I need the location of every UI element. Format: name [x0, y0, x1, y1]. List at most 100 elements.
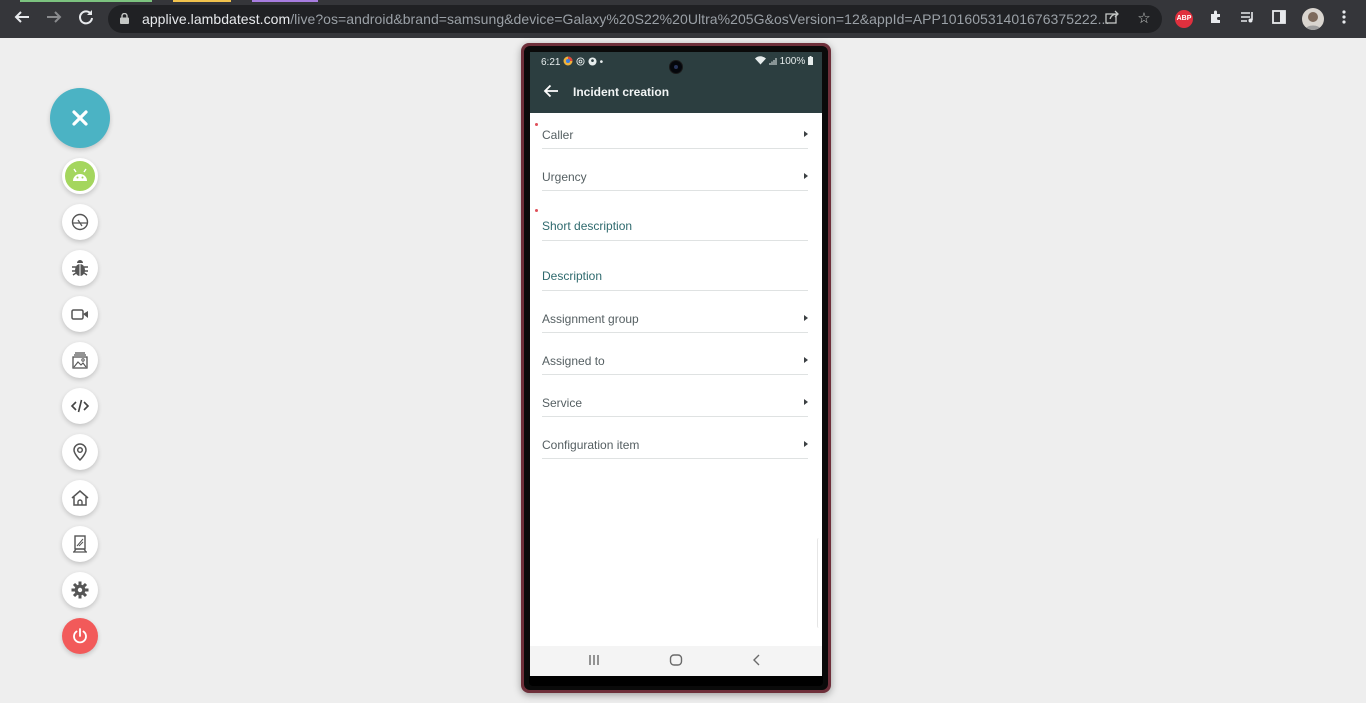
battery-percent: 100%: [779, 56, 806, 67]
bookmark-button[interactable]: ☆: [1134, 9, 1154, 29]
location-pin-icon: [73, 443, 87, 462]
profile-avatar[interactable]: [1302, 8, 1324, 30]
configuration-item-label: Configuration item: [542, 438, 640, 452]
browser-toolbar: applive.lambdatest.com/live?os=android&b…: [0, 0, 1366, 38]
media-queue-icon: [1241, 12, 1253, 23]
gallery-button[interactable]: [62, 342, 98, 378]
chevron-right-icon: [804, 315, 808, 321]
forward-button[interactable]: [42, 8, 66, 30]
tab-group-purple[interactable]: [252, 0, 318, 2]
share-button[interactable]: [1102, 9, 1122, 29]
signal-icon: [769, 58, 777, 65]
chevron-right-icon: [804, 357, 808, 363]
end-session-button[interactable]: [62, 618, 98, 654]
bug-icon: [72, 260, 88, 276]
rotate-device-button[interactable]: [62, 204, 98, 240]
abp-icon: ABP: [1176, 15, 1192, 22]
side-panel-icon: [1272, 10, 1286, 24]
bug-report-button[interactable]: [62, 250, 98, 286]
reload-icon: [79, 10, 93, 25]
assignment-group-label: Assignment group: [542, 312, 639, 326]
close-toolbar-button[interactable]: [50, 88, 110, 148]
power-icon: [73, 628, 87, 644]
gallery-icon: [72, 352, 88, 369]
home-icon: [71, 490, 89, 506]
arrow-right-icon: [47, 11, 62, 23]
record-video-button[interactable]: [62, 296, 98, 332]
at-notification-icon: [576, 57, 585, 66]
scrollbar[interactable]: [817, 538, 821, 628]
chevron-right-icon: [804, 399, 808, 405]
tab-group-yellow[interactable]: [173, 0, 231, 2]
back-nav-icon[interactable]: [751, 653, 763, 667]
chevron-right-icon: [804, 131, 808, 137]
home-button[interactable]: [62, 480, 98, 516]
recent-apps-icon[interactable]: [588, 653, 600, 667]
puzzle-icon: [1211, 10, 1220, 23]
gear-icon: [71, 581, 89, 599]
developer-tools-button[interactable]: [62, 388, 98, 424]
account-notification-icon: [588, 57, 597, 66]
back-arrow-icon[interactable]: [542, 82, 560, 100]
front-camera: [669, 60, 683, 74]
url-domain: applive.lambdatest.com: [142, 11, 291, 27]
settings-button[interactable]: [62, 572, 98, 608]
required-indicator: [535, 209, 538, 212]
extensions-button[interactable]: [1206, 9, 1226, 29]
android-os-button[interactable]: [62, 158, 98, 194]
abp-extension[interactable]: ABP: [1175, 10, 1193, 28]
address-bar[interactable]: applive.lambdatest.com/live?os=android&b…: [108, 5, 1162, 33]
short-description-field[interactable]: Short description: [535, 191, 808, 241]
home-nav-icon[interactable]: [669, 653, 683, 667]
avatar-icon: [1305, 12, 1321, 30]
configuration-item-field[interactable]: Configuration item: [542, 417, 808, 459]
status-time: 6:21: [541, 57, 561, 68]
more-notifications-dot: •: [599, 57, 604, 68]
url-text[interactable]: applive.lambdatest.com/live?os=android&b…: [142, 11, 1109, 27]
required-indicator: [535, 123, 538, 126]
code-icon: [70, 399, 90, 413]
device-chin: [529, 676, 823, 686]
android-nav-bar: [530, 646, 822, 676]
assignment-group-field[interactable]: Assignment group: [542, 291, 808, 333]
media-control-button[interactable]: [1238, 9, 1258, 29]
rotate-icon: [71, 213, 89, 231]
share-icon: [1105, 10, 1119, 24]
urgency-field[interactable]: Urgency: [542, 149, 808, 191]
app-bar: 6:21 • 100% Incident creation: [530, 52, 822, 113]
browser-menu-button[interactable]: [1334, 9, 1354, 29]
arrow-left-icon: [14, 11, 29, 23]
screen-title: Incident creation: [573, 85, 670, 99]
device-controls-button[interactable]: [62, 526, 98, 562]
side-panel-button[interactable]: [1269, 9, 1289, 29]
service-label: Service: [542, 396, 583, 410]
assigned-to-label: Assigned to: [542, 354, 605, 368]
service-field[interactable]: Service: [542, 375, 808, 417]
battery-icon: [808, 56, 813, 65]
kebab-menu-icon: [1342, 10, 1346, 24]
assigned-to-field[interactable]: Assigned to: [542, 333, 808, 375]
back-button[interactable]: [10, 8, 34, 30]
caller-label: Caller: [542, 128, 574, 142]
short-description-label: Short description: [542, 219, 633, 233]
close-icon: [72, 110, 88, 126]
star-icon: ☆: [1137, 10, 1151, 27]
device-screenshot-icon: [73, 535, 87, 553]
chevron-right-icon: [804, 173, 808, 179]
urgency-label: Urgency: [542, 170, 587, 184]
url-path: /live?os=android&brand=samsung&device=Ga…: [290, 11, 1110, 27]
lock-icon[interactable]: [120, 13, 129, 24]
tab-group-green[interactable]: [20, 0, 152, 2]
android-icon: [73, 168, 87, 181]
caller-field[interactable]: Caller: [535, 116, 808, 149]
tab-strip: [0, 0, 1366, 2]
description-label: Description: [542, 269, 603, 283]
device-screen[interactable]: 6:21 • 100% Incident creation Caller Urg…: [530, 52, 822, 676]
reload-button[interactable]: [74, 8, 98, 30]
geolocation-button[interactable]: [62, 434, 98, 470]
chrome-notification-icon: [563, 56, 573, 66]
wifi-icon: [755, 56, 767, 65]
description-field[interactable]: Description: [542, 241, 808, 291]
chevron-right-icon: [804, 441, 808, 447]
video-camera-icon: [71, 309, 88, 320]
